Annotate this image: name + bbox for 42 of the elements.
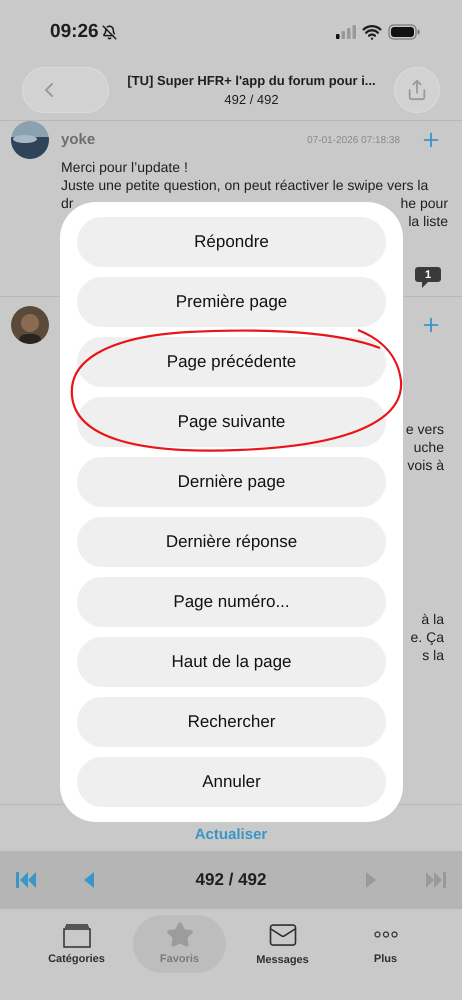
post-text: Merci pour l’update !: [61, 158, 188, 176]
page-indicator: 492 / 492: [196, 869, 266, 892]
post-text: la liste: [408, 212, 448, 230]
back-button[interactable]: [22, 67, 109, 113]
page-counter: 492 / 492: [224, 91, 279, 109]
post-text: he pour: [400, 194, 448, 212]
star-icon: [166, 920, 194, 949]
post-date: 07-01-2026 07:18:38: [307, 134, 400, 148]
wifi-icon: [362, 22, 382, 42]
post-text: e vers: [406, 420, 444, 438]
post-text: uche: [414, 438, 444, 456]
avatar: [11, 121, 49, 159]
post-text: s la: [422, 646, 444, 664]
clock-time: 09:26: [50, 20, 99, 44]
more-icon: [374, 931, 398, 938]
menu-button[interactable]: Dernière réponse: [77, 517, 386, 567]
menu-button[interactable]: Haut de la page: [77, 637, 386, 687]
comment-badge[interactable]: 1: [414, 265, 442, 291]
menu-button[interactable]: Rechercher: [77, 697, 386, 747]
post-text: vois à: [407, 456, 444, 474]
menu-button[interactable]: Page numéro...: [77, 577, 386, 627]
tab-item[interactable]: Messages: [236, 915, 329, 973]
share-button[interactable]: [394, 67, 440, 113]
menu-button[interactable]: Première page: [77, 277, 386, 327]
menu-button[interactable]: Répondre: [77, 217, 386, 267]
menu-button[interactable]: Dernière page: [77, 457, 386, 507]
tab-item[interactable]: Plus: [339, 915, 432, 973]
avatar: [11, 306, 49, 344]
tab-item[interactable]: Catégories: [30, 915, 123, 973]
post-text: dr: [61, 194, 74, 212]
bell-slash-icon: [102, 24, 117, 40]
share-icon: [406, 79, 428, 101]
thread-title: [TU] Super HFR+ l'app du forum pour i...: [127, 72, 376, 90]
post-text: à la: [421, 610, 444, 628]
signal-icon: [336, 25, 356, 39]
menu-button[interactable]: Page suivante: [77, 397, 386, 447]
menu-button[interactable]: Page précédente: [77, 337, 386, 387]
post-text: Juste une petite question, on peut réactiver le swipe vers la: [61, 176, 428, 194]
menu-button[interactable]: Annuler: [77, 757, 386, 807]
post-text: e. Ça: [410, 628, 444, 646]
author-name: yoke: [61, 130, 96, 150]
battery-icon: [388, 24, 420, 40]
